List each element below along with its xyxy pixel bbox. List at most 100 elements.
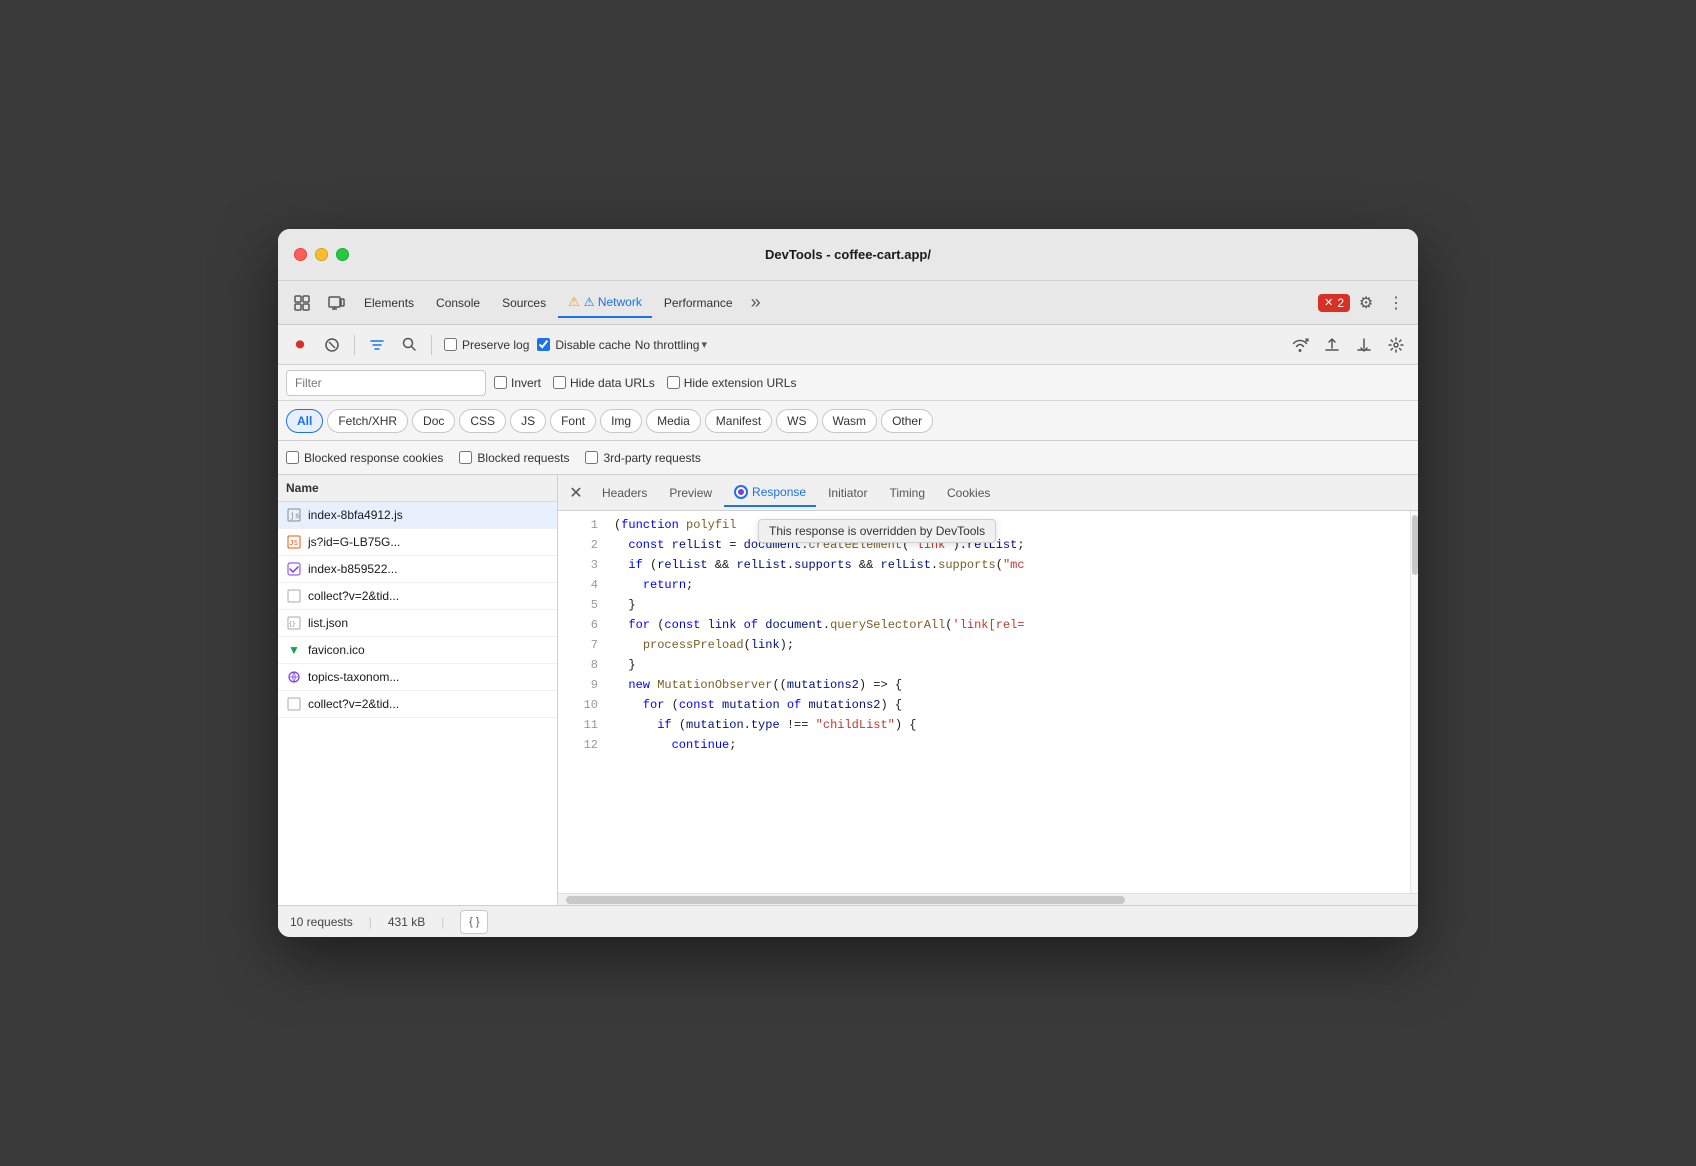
elements-tab[interactable]: Elements: [354, 290, 424, 316]
plain-file-icon-1: [286, 588, 302, 604]
type-filter-manifest[interactable]: Manifest: [705, 409, 772, 433]
horizontal-scrollbar[interactable]: [558, 893, 1418, 905]
line-number-1: 1: [566, 515, 598, 535]
maximize-button[interactable]: [336, 248, 349, 261]
cookies-tab[interactable]: Cookies: [937, 480, 1000, 506]
code-line-9: 9 new MutationObserver((mutations2) => {: [558, 675, 1410, 695]
type-filter-wasm[interactable]: Wasm: [822, 409, 878, 433]
file-name-list-json: list.json: [308, 616, 549, 630]
titlebar: DevTools - coffee-cart.app/: [278, 229, 1418, 281]
file-item-collect-1[interactable]: collect?v=2&tid...: [278, 583, 557, 610]
code-line-3: 3 if (relList && relList.supports && rel…: [558, 555, 1410, 575]
type-filter-doc[interactable]: Doc: [412, 409, 455, 433]
network-settings-button[interactable]: [1382, 331, 1410, 359]
clear-button[interactable]: [318, 331, 346, 359]
device-icon[interactable]: [320, 287, 352, 319]
file-name-collect-1: collect?v=2&tid...: [308, 589, 549, 603]
type-filter-fetch-xhr[interactable]: Fetch/XHR: [327, 409, 408, 433]
error-count: 2: [1337, 296, 1344, 310]
third-party-input[interactable]: [585, 451, 598, 464]
sources-tab[interactable]: Sources: [492, 290, 556, 316]
filter-toggle-button[interactable]: [363, 331, 391, 359]
file-item-index-js[interactable]: js index-8bfa4912.js: [278, 502, 557, 529]
favicon-icon: ▼: [286, 642, 302, 658]
requests-count: 10 requests: [290, 915, 353, 929]
file-item-index-b[interactable]: index-b859522...: [278, 556, 557, 583]
line-number-5: 5: [566, 595, 598, 615]
more-tabs-button[interactable]: »: [745, 288, 767, 317]
blocked-requests-checkbox[interactable]: Blocked requests: [459, 451, 569, 465]
preserve-log-input[interactable]: [444, 338, 457, 351]
headers-tab[interactable]: Headers: [592, 480, 657, 506]
settings-button[interactable]: ⚙: [1352, 289, 1380, 317]
type-filter-css[interactable]: CSS: [459, 409, 506, 433]
format-button[interactable]: { }: [460, 910, 488, 934]
blocked-cookies-input[interactable]: [286, 451, 299, 464]
type-filter-img[interactable]: Img: [600, 409, 642, 433]
invert-checkbox[interactable]: Invert: [494, 376, 541, 390]
more-options-button[interactable]: ⋮: [1382, 289, 1410, 317]
hide-data-urls-checkbox[interactable]: Hide data URLs: [553, 376, 655, 390]
vertical-scrollbar[interactable]: [1410, 511, 1418, 893]
code-lines-scroll: This response is overridden by DevTools …: [558, 511, 1418, 893]
error-badge[interactable]: ✕ 2: [1318, 294, 1350, 312]
type-filter-font[interactable]: Font: [550, 409, 596, 433]
blocked-requests-input[interactable]: [459, 451, 472, 464]
performance-tab[interactable]: Performance: [654, 290, 743, 316]
toolbar-separator-2: [431, 335, 432, 355]
network-tab[interactable]: ⚠ ⚠ Network: [558, 288, 652, 318]
hide-data-urls-input[interactable]: [553, 376, 566, 389]
hide-extension-urls-checkbox[interactable]: Hide extension URLs: [667, 376, 797, 390]
close-panel-button[interactable]: ✕: [562, 479, 590, 507]
traffic-lights: [294, 248, 349, 261]
line-code-9: new MutationObserver((mutations2) => {: [614, 675, 902, 695]
record-button[interactable]: ⏺: [286, 331, 314, 359]
disable-cache-input[interactable]: [537, 338, 550, 351]
line-number-12: 12: [566, 735, 598, 755]
timing-tab[interactable]: Timing: [879, 480, 935, 506]
filter-options: Invert Hide data URLs Hide extension URL…: [494, 376, 796, 390]
hide-extension-urls-input[interactable]: [667, 376, 680, 389]
wifi-settings-button[interactable]: [1286, 331, 1314, 359]
file-name-favicon: favicon.ico: [308, 643, 549, 657]
file-item-list-json[interactable]: {} list.json: [278, 610, 557, 637]
response-tab[interactable]: Response: [724, 479, 816, 507]
type-filter-all[interactable]: All: [286, 409, 323, 433]
close-button[interactable]: [294, 248, 307, 261]
transfer-size: 431 kB: [388, 915, 425, 929]
topics-icon: [286, 669, 302, 685]
type-filter-ws[interactable]: WS: [776, 409, 817, 433]
type-filter-js[interactable]: JS: [510, 409, 546, 433]
upload-button[interactable]: [1318, 331, 1346, 359]
svg-text:JS: JS: [290, 539, 298, 547]
preview-tab[interactable]: Preview: [659, 480, 722, 506]
code-viewer[interactable]: This response is overridden by DevTools …: [558, 511, 1410, 893]
line-code-3: if (relList && relList.supports && relLi…: [614, 555, 1025, 575]
disable-cache-checkbox[interactable]: Disable cache: [537, 338, 630, 352]
preserve-log-checkbox[interactable]: Preserve log: [444, 338, 529, 352]
invert-input[interactable]: [494, 376, 507, 389]
line-number-3: 3: [566, 555, 598, 575]
cursor-icon[interactable]: [286, 287, 318, 319]
file-item-favicon[interactable]: ▼ favicon.ico: [278, 637, 557, 664]
file-item-topics[interactable]: topics-taxonom...: [278, 664, 557, 691]
filter-input[interactable]: [286, 370, 486, 396]
third-party-checkbox[interactable]: 3rd-party requests: [585, 451, 700, 465]
initiator-tab[interactable]: Initiator: [818, 480, 877, 506]
throttle-selector[interactable]: No throttling ▾: [635, 338, 707, 352]
horiz-scroll-thumb[interactable]: [566, 896, 1125, 904]
search-button[interactable]: [395, 331, 423, 359]
type-filter-media[interactable]: Media: [646, 409, 701, 433]
file-item-ganalytics[interactable]: JS js?id=G-LB75G...: [278, 529, 557, 556]
download-button[interactable]: [1350, 331, 1378, 359]
file-item-collect-2[interactable]: collect?v=2&tid...: [278, 691, 557, 718]
code-line-1: 1 (function polyfil: [558, 515, 1410, 535]
line-code-11: if (mutation.type !== "childList") {: [614, 715, 917, 735]
type-filter-other[interactable]: Other: [881, 409, 933, 433]
file-name-ganalytics: js?id=G-LB75G...: [308, 535, 549, 549]
blocked-cookies-checkbox[interactable]: Blocked response cookies: [286, 451, 443, 465]
scrollbar-thumb[interactable]: [1412, 515, 1418, 575]
minimize-button[interactable]: [315, 248, 328, 261]
window-title: DevTools - coffee-cart.app/: [765, 247, 931, 262]
console-tab[interactable]: Console: [426, 290, 490, 316]
